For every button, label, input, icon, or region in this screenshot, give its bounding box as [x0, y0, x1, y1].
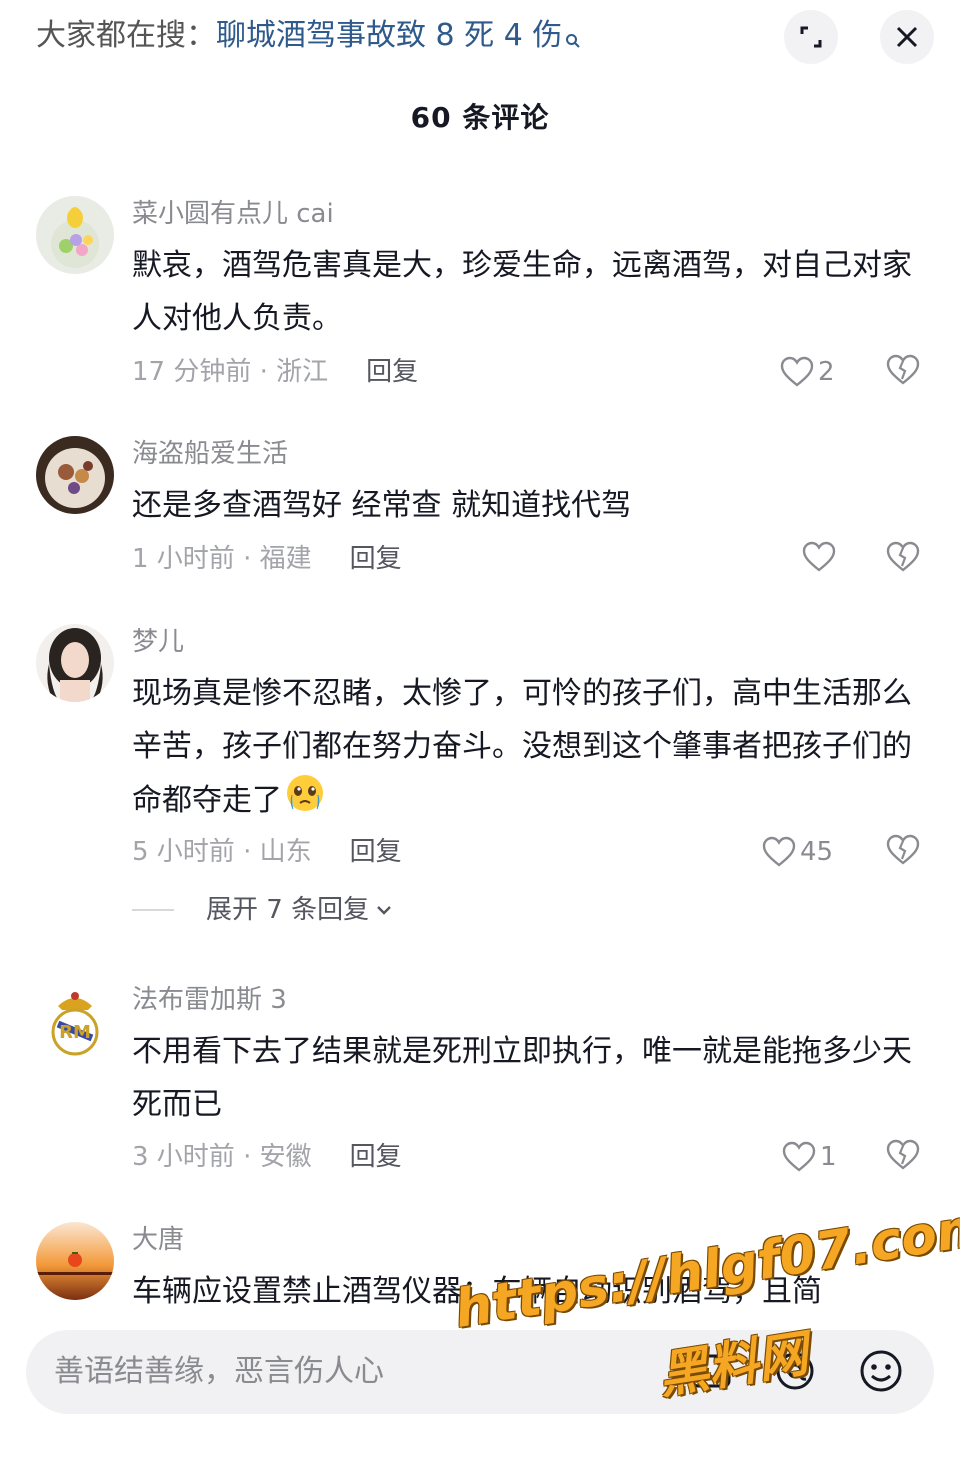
like-count: 45 — [800, 837, 834, 867]
comment-count-title: 60 条评论 — [410, 101, 550, 134]
top-bar: 大家都在搜：聊城酒驾事故致 8 死 4 伤 — [0, 0, 960, 76]
like-count: 2 — [818, 357, 835, 387]
like-button[interactable] — [802, 541, 836, 573]
dislike-button[interactable] — [886, 834, 920, 870]
comment-username[interactable]: 梦儿 — [132, 624, 184, 660]
heart-icon — [780, 356, 814, 387]
divider-line — [132, 909, 174, 911]
comment-input-placeholder: 善语结善缘，恶言伤人心 — [54, 1354, 384, 1389]
expand-replies-label: 展开 7 条回复 — [206, 895, 370, 925]
dislike-button[interactable] — [886, 1139, 920, 1175]
expand-replies-button[interactable]: 展开 7 条回复 — [132, 892, 395, 928]
comment-username[interactable]: 海盗船爱生活 — [132, 436, 288, 472]
trending-query-link[interactable]: 聊城酒驾事故致 8 死 4 伤 — [216, 18, 562, 53]
emoji-icon[interactable] — [858, 1348, 904, 1398]
like-button[interactable]: 2 — [780, 354, 835, 390]
comment-meta: 1 小时前 · 福建 回复 — [132, 541, 402, 577]
heart-icon — [762, 836, 796, 867]
heart-icon — [802, 541, 836, 572]
comment-meta: 17 分钟前 · 浙江 回复 — [132, 354, 418, 390]
dislike-button[interactable] — [886, 541, 920, 577]
real-madrid-crest-avatar[interactable]: RM — [36, 982, 114, 1060]
crying-face-emoji — [284, 773, 326, 830]
figurine-avatar[interactable] — [36, 196, 114, 274]
close-button[interactable] — [880, 10, 934, 64]
like-button[interactable]: 1 — [782, 1139, 837, 1175]
broken-heart-icon — [886, 541, 920, 572]
comment-text: 还是多查酒驾好 经常查 就知道找代驾 — [132, 488, 632, 523]
comment-time-location: 17 分钟前 · 浙江 — [132, 357, 329, 387]
close-icon — [896, 26, 918, 48]
comment-text-body: 现场真是惨不忍睹，太惨了，可怜的孩子们，高中生活那么辛苦，孩子们都在努力奋斗。没… — [132, 676, 912, 818]
broken-heart-icon — [886, 834, 920, 865]
food-plate-avatar[interactable] — [36, 436, 114, 514]
dislike-button[interactable] — [886, 354, 920, 390]
comment-username[interactable]: 大唐 — [132, 1222, 184, 1258]
comment-text: 默哀，酒驾危害真是大，珍爱生命，远离酒驾，对自己对家人对他人负责。 — [132, 248, 912, 336]
svg-text:RM: RM — [59, 1022, 91, 1043]
reply-button[interactable]: 回复 — [350, 544, 402, 574]
comment-time-location: 5 小时前 · 山东 — [132, 837, 312, 867]
comment-text: 不用看下去了结果就是死刑立即执行，唯一就是能拖多少天死而已 — [132, 1034, 912, 1122]
comment-text: 现场真是惨不忍睹，太惨了，可怜的孩子们，高中生活那么辛苦，孩子们都在努力奋斗。没… — [132, 667, 912, 830]
expand-icon — [800, 26, 822, 48]
comment-username[interactable]: 法布雷加斯 3 — [132, 982, 287, 1018]
comment-username[interactable]: 菜小圆有点儿 cai — [132, 196, 334, 232]
like-button[interactable]: 45 — [762, 834, 833, 870]
chevron-down-icon — [377, 906, 391, 915]
comment-time-location: 1 小时前 · 福建 — [132, 544, 312, 574]
reply-button[interactable]: 回复 — [350, 837, 402, 867]
trending-search-hint[interactable]: 大家都在搜：聊城酒驾事故致 8 死 4 伤 — [36, 14, 581, 62]
reply-button[interactable]: 回复 — [366, 357, 418, 387]
search-icon — [565, 18, 581, 62]
comment-meta: 3 小时前 · 安徽 回复 — [132, 1139, 402, 1175]
broken-heart-icon — [886, 1139, 920, 1170]
broken-heart-icon — [886, 354, 920, 385]
heart-icon — [782, 1141, 816, 1172]
comment-meta: 5 小时前 · 山东 回复 — [132, 834, 402, 870]
trending-prefix: 大家都在搜： — [36, 18, 216, 53]
comment-time-location: 3 小时前 · 安徽 — [132, 1142, 312, 1172]
woman-portrait-avatar[interactable] — [36, 624, 114, 702]
like-count: 1 — [820, 1142, 837, 1172]
reply-button[interactable]: 回复 — [350, 1142, 402, 1172]
sunset-avatar[interactable] — [36, 1222, 114, 1300]
expand-fullscreen-button[interactable] — [784, 10, 838, 64]
